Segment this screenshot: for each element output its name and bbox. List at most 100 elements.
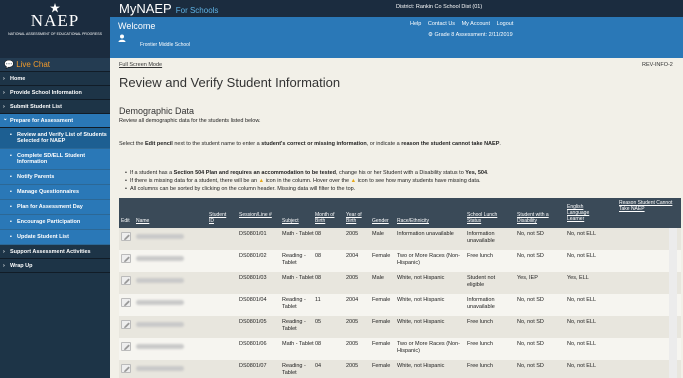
cell-disability: No, not SD (517, 297, 544, 303)
logout-link[interactable]: Logout (497, 21, 514, 27)
col-reason[interactable]: Reason Student Cannot Take NAEP (619, 200, 675, 212)
col-student-id[interactable]: Student ID (209, 212, 231, 224)
col-subject[interactable]: Subject (282, 218, 299, 224)
edit-pencil-icon[interactable] (121, 342, 131, 351)
cell-ell: No, not ELL (567, 297, 597, 303)
col-school-lunch[interactable]: School Lunch Status (467, 212, 511, 224)
warning-icon: ▲ (258, 178, 265, 184)
cell-disability: No, not SD (517, 319, 544, 325)
edit-pencil-icon[interactable] (121, 232, 131, 241)
edit-pencil-icon[interactable] (121, 320, 131, 329)
cell-subject: Math - Tablet (282, 231, 314, 237)
student-name-redacted (136, 234, 184, 239)
sidebar-item-wrap-up[interactable]: Wrap Up (0, 259, 110, 273)
instruction-bullets: If a student has a Section 504 Plan and … (125, 169, 489, 193)
col-race[interactable]: Race/Ethnicity (397, 218, 429, 224)
col-ell[interactable]: English Language Learner (567, 204, 603, 222)
cell-year-birth: 2005 (346, 275, 359, 281)
logo-subtext: NATIONAL ASSESSMENT OF EDUCATIONAL PROGR… (8, 32, 102, 36)
cell-year-birth: 2004 (346, 297, 359, 303)
cell-session-line: DS0801/05 (239, 319, 267, 325)
cell-disability: Yes, IEP (517, 275, 538, 281)
page-title: Review and Verify Student Information (119, 75, 341, 90)
cell-year-birth: 2005 (346, 341, 359, 347)
cell-year-birth: 2005 (346, 319, 359, 325)
cell-gender: Female (372, 341, 391, 347)
cell-gender: Male (372, 231, 384, 237)
cell-session-line: DS0801/04 (239, 297, 267, 303)
sidebar-item-submit-student-list[interactable]: Submit Student List (0, 100, 110, 114)
sidebar-subitem-complete-sd-ell[interactable]: Complete SD/ELL Student Information (0, 149, 110, 170)
bullet-504: If a student has a Section 504 Plan and … (125, 169, 489, 177)
sidebar-item-provide-school-info[interactable]: Provide School Information (0, 86, 110, 100)
cell-month-birth: 08 (315, 231, 322, 237)
cell-year-birth: 2005 (346, 363, 359, 369)
sidebar-item-support-activities[interactable]: Support Assessment Activities (0, 245, 110, 259)
my-account-link[interactable]: My Account (462, 21, 490, 27)
assessment-date: ⚙ Grade 8 Assessment: 2/11/2019 (428, 32, 513, 38)
sidebar-subitem-update-student-list[interactable]: Update Student List (0, 230, 110, 245)
edit-pencil-icon[interactable] (121, 364, 131, 373)
col-name[interactable]: Name (136, 218, 149, 224)
student-name-redacted (136, 322, 184, 327)
sidebar-item-home[interactable]: Home (0, 72, 110, 86)
col-disability[interactable]: Student with a Disability (517, 212, 563, 224)
bullet-missing-data: If there is missing data for a student, … (125, 177, 489, 185)
table-scrollbar[interactable] (669, 228, 677, 378)
sidebar-subitem-encourage-participation[interactable]: Encourage Participation (0, 215, 110, 230)
logo-mark: NAEP (30, 11, 80, 30)
page-id: REV-INFO-2 (642, 62, 673, 68)
sidebar-subitem-plan-assessment-day[interactable]: Plan for Assessment Day (0, 200, 110, 215)
school-name: Frontier Middle School (140, 42, 191, 48)
cell-school-lunch: Information unavailable (467, 231, 495, 244)
contact-us-link[interactable]: Contact Us (428, 21, 455, 27)
naep-logo[interactable]: NAEP NATIONAL ASSESSMENT OF EDUCATIONAL … (0, 0, 110, 58)
col-gender[interactable]: Gender (372, 218, 389, 224)
sidebar-subitem-notify-parents[interactable]: Notify Parents (0, 170, 110, 185)
cell-ell: No, not ELL (567, 253, 597, 259)
app-subtitle: For Schools (175, 6, 219, 15)
sidebar-subitem-review-verify[interactable]: Review and Verify List of Students Selec… (0, 128, 110, 149)
cell-disability: No, not SD (517, 231, 544, 237)
sidebar-subitem-manage-questionnaires[interactable]: Manage Questionnaires (0, 185, 110, 200)
cell-month-birth: 04 (315, 363, 322, 369)
help-link[interactable]: Help (410, 21, 421, 27)
edit-pencil-icon[interactable] (121, 254, 131, 263)
cell-year-birth: 2004 (346, 253, 359, 259)
cell-session-line: DS0801/01 (239, 231, 267, 237)
cell-session-line: DS0801/03 (239, 275, 267, 281)
cell-gender: Female (372, 319, 391, 325)
table-row: DS0801/03 Math - Tablet 08 2005 Male White, n… (119, 272, 681, 294)
cell-ell: Yes, ELL (567, 275, 589, 281)
table-body: DS0801/01 Math - Tablet 08 2005 Male Informat… (119, 228, 681, 378)
cell-month-birth: 08 (315, 253, 322, 259)
cell-gender: Male (372, 275, 384, 281)
edit-pencil-icon[interactable] (121, 276, 131, 285)
cell-school-lunch: Information unavailable (467, 297, 495, 310)
table-row: DS0801/04 Reading - Tablet 11 2004 Female Whi… (119, 294, 681, 316)
student-name-redacted (136, 256, 184, 261)
table-row: DS0801/05 Reading - Tablet 05 2005 Female Whi… (119, 316, 681, 338)
cell-ell: No, not ELL (567, 363, 597, 369)
student-name-redacted (136, 366, 184, 371)
section-description: Review all demographic data for the stud… (119, 118, 261, 124)
cell-session-line: DS0801/07 (239, 363, 267, 369)
full-screen-link[interactable]: Full Screen Mode (119, 62, 162, 68)
section-title: Demographic Data (119, 106, 195, 116)
instructions: Select the Edit pencil next to the stude… (119, 141, 501, 147)
col-year-birth[interactable]: Year of Birth (346, 212, 370, 224)
col-session-line[interactable]: Session/Line # (239, 212, 277, 218)
student-name-redacted (136, 344, 184, 349)
sidebar-item-prepare-assessment[interactable]: Prepare for Assessment (0, 112, 110, 128)
cell-disability: No, not SD (517, 363, 544, 369)
cell-session-line: DS0801/02 (239, 253, 267, 259)
cell-disability: No, not SD (517, 341, 544, 347)
live-chat-button[interactable]: 💬 Live Chat (0, 58, 110, 72)
cell-ell: No, not ELL (567, 231, 597, 237)
cell-subject: Math - Tablet (282, 275, 314, 281)
edit-pencil-icon[interactable] (121, 298, 131, 307)
cell-school-lunch: Free lunch (467, 363, 493, 369)
cell-disability: No, not SD (517, 253, 544, 259)
col-month-birth[interactable]: Month of Birth (315, 212, 341, 224)
table-row: DS0801/07 Reading - Tablet 04 2005 Female Whi… (119, 360, 681, 378)
